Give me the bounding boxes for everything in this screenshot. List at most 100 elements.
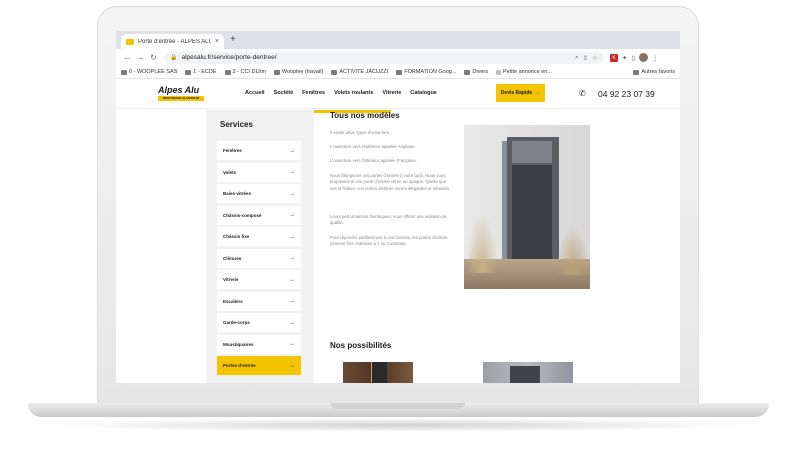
site-header: Alpes Alu MENUISERIE ALUMINIUM Accueil S… [116, 79, 680, 109]
nav-item-accueil[interactable]: Accueil [245, 90, 265, 96]
bookmark-item[interactable]: 1 - ECDE [185, 69, 217, 75]
nav-item-fenetres[interactable]: Fenêtres [302, 90, 325, 96]
sidebar-item-fenetres[interactable]: Fenêtres → [217, 141, 301, 160]
arrow-right-icon: → [535, 90, 541, 96]
arrow-right-icon: → [289, 319, 295, 326]
folder-icon [331, 69, 338, 75]
logo-name: Alpes Alu [158, 85, 200, 95]
laptop-notch [331, 403, 465, 409]
browser-tab-strip: Porte d'entrée - ALPES ALU | ... × + [116, 31, 680, 49]
bookmark-item[interactable]: Petite annonce en... [495, 69, 552, 75]
forward-icon[interactable]: → [134, 53, 147, 62]
arrow-right-icon: → [289, 233, 295, 240]
entrance-door-photo [464, 125, 590, 289]
bookmark-item[interactable]: 0 - WOOPLEE SAS [121, 69, 177, 75]
bookmark-item[interactable]: Divers [464, 69, 488, 75]
models-heading: Tous nos modèles [330, 111, 400, 120]
laptop-mockup: Porte d'entrée - ALPES ALU | ... × + ← →… [0, 0, 797, 451]
search-icon[interactable]: ⌕ [575, 54, 579, 62]
arrow-right-icon: → [289, 362, 295, 369]
folder-icon [121, 69, 127, 75]
services-list: Fenêtres → Volets → Baies-vitrées → Châssis… [217, 141, 301, 378]
other-bookmarks[interactable]: Autres favoris [633, 69, 675, 75]
paragraph: Pour répondre parfaitement à vos besoins… [330, 235, 448, 247]
nav-item-societe[interactable]: Société [274, 90, 294, 96]
url-text[interactable]: alpesalu.fr/service/porte-dentree/ [181, 54, 571, 61]
paragraph: L'ouverture vers l'extérieur appelée Ang… [330, 144, 416, 149]
arrow-right-icon: → [289, 212, 295, 218]
site-favicon-icon [126, 38, 134, 45]
bookmarks-bar: 0 - WOOPLEE SAS 1 - ECDE 2 - CCI DIJon W… [116, 66, 680, 79]
arrow-right-icon: → [289, 298, 295, 304]
sidebar-item-chassis-compose[interactable]: Châssis-composé → [217, 205, 301, 225]
star-icon[interactable]: ☆ [592, 54, 598, 62]
bookmark-item[interactable]: Wooplee (travail) [273, 69, 323, 75]
reload-icon[interactable]: ↻ [147, 53, 160, 62]
nav-item-volets-roulants[interactable]: Volets roulants [334, 90, 373, 96]
browser-tab[interactable]: Porte d'entrée - ALPES ALU | ... × [121, 34, 224, 49]
arrow-right-icon: → [289, 147, 295, 154]
arrow-right-icon: → [289, 190, 295, 197]
sidebar-item-escaliers[interactable]: Escaliers → [217, 291, 301, 311]
address-bar[interactable]: 🔒 alpesalu.fr/service/porte-dentree/ ⌕ ⇪… [164, 51, 604, 64]
share-icon[interactable]: ⇪ [583, 54, 588, 62]
menu-icon[interactable]: ⋮ [652, 54, 659, 62]
door-thumbnail-grey[interactable] [483, 362, 573, 383]
thumbnail-pane [371, 362, 387, 383]
back-icon[interactable]: ← [121, 53, 134, 62]
nav-item-vitrerie[interactable]: Vitrerie [382, 90, 401, 96]
sidebar-item-volets[interactable]: Volets → [217, 162, 301, 182]
main-nav: Accueil Société Fenêtres Volets roulants… [245, 90, 437, 96]
arrow-right-icon: → [289, 255, 295, 261]
sidebar-item-vitrerie[interactable]: Vitrerie → [217, 270, 301, 289]
plant-left [466, 213, 498, 273]
folder-icon [633, 69, 640, 75]
sidebar-item-moustiquaires[interactable]: Moustiquaires → [217, 334, 301, 354]
thumbnail-pane [510, 366, 540, 383]
logo-tagline: MENUISERIE ALUMINIUM [158, 96, 204, 101]
folder-icon [464, 69, 471, 75]
services-title: Services [220, 120, 253, 129]
main-content: Tous nos modèles Il existe deux types d'… [329, 110, 609, 383]
folder-icon [396, 69, 403, 75]
bookmark-item[interactable]: 2 - CCI DIJon [224, 69, 266, 75]
page-content: Services Fenêtres → Volets → Baies-vitrées… [116, 110, 680, 383]
extensions-area: K ✦ ▯ ⋮ [610, 53, 659, 62]
bookmark-item[interactable]: FORMATION Goog... [396, 69, 456, 75]
arrow-right-icon: → [289, 341, 295, 347]
browser-toolbar: ← → ↻ 🔒 alpesalu.fr/service/porte-dentre… [116, 49, 680, 66]
tab-close-icon[interactable]: × [215, 38, 219, 45]
sidebar-icon[interactable]: ▯ [631, 54, 635, 62]
sidebar-item-baies-vitrees[interactable]: Baies-vitrées → [217, 184, 301, 203]
site-logo[interactable]: Alpes Alu MENUISERIE ALUMINIUM [158, 85, 204, 103]
sidebar-item-garde-corps[interactable]: Garde-corps → [217, 313, 301, 332]
phone-icon: ✆ [579, 89, 586, 98]
quick-quote-label: Devis Rapide [500, 90, 533, 96]
services-sidebar: Services Fenêtres → Volets → Baies-vitrées… [206, 110, 391, 383]
extension-k-icon[interactable]: K [610, 53, 618, 62]
folder-icon [273, 69, 280, 75]
sidebar-item-portes-entree[interactable]: Portes d'entrée → [217, 356, 301, 375]
new-tab-button[interactable]: + [230, 34, 236, 46]
bookmark-item[interactable]: ACTIVITE JACUZZI [331, 69, 388, 75]
page-icon [495, 69, 501, 75]
lock-icon[interactable]: 🔒 [170, 54, 177, 61]
door-thumbnail-wood[interactable] [343, 362, 413, 383]
door-transom [512, 141, 552, 163]
folder-icon [185, 69, 192, 75]
tab-title: Porte d'entrée - ALPES ALU | ... [138, 38, 211, 45]
nav-item-catalogue[interactable]: Catalogue [410, 90, 437, 96]
profile-avatar[interactable] [639, 53, 649, 62]
laptop-screen: Porte d'entrée - ALPES ALU | ... × + ← →… [116, 31, 680, 383]
extensions-icon[interactable]: ✦ [622, 54, 627, 62]
quick-quote-button[interactable]: Devis Rapide → [496, 84, 545, 102]
paragraph: Nous fabriquons vos portes d'entrée à vo… [330, 173, 451, 191]
paragraph: Il existe deux types d'ouverture : [330, 130, 392, 135]
possibilities-heading: Nos possibilités [330, 341, 392, 350]
paragraph: Leurs performances thermiques, vous offr… [330, 214, 447, 226]
phone-number[interactable]: 04 92 23 07 39 [598, 89, 655, 99]
plant-right [556, 225, 590, 275]
door-panel [512, 165, 552, 259]
sidebar-item-chassis-fixe[interactable]: Châssis fixe → [217, 227, 301, 246]
sidebar-item-clotures[interactable]: Clôtures → [217, 248, 301, 268]
